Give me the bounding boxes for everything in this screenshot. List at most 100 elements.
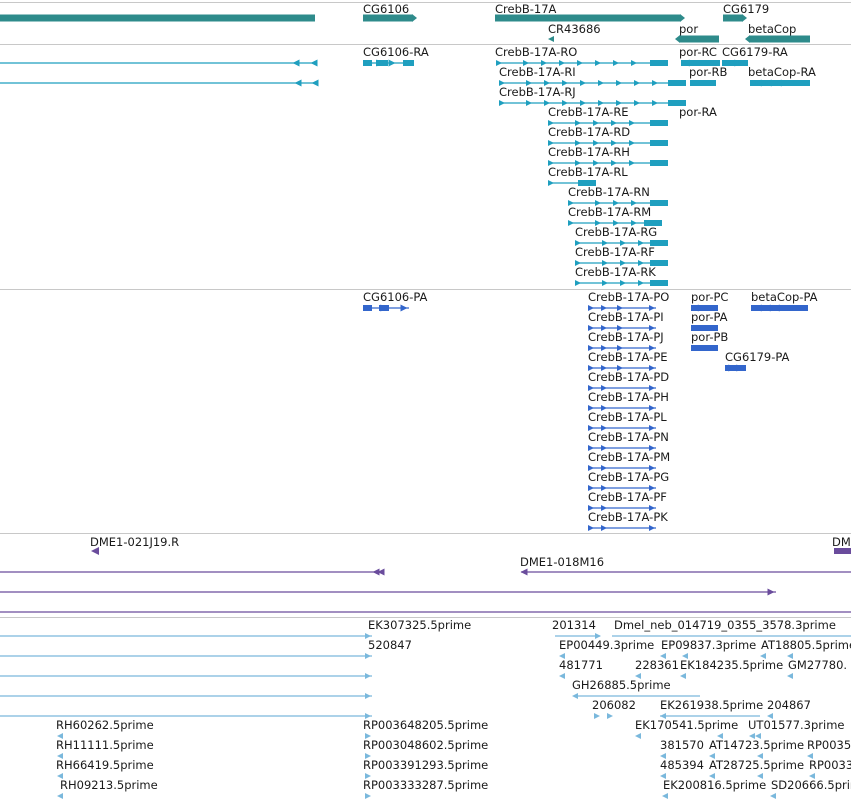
clone-label-dm[interactable]: DM	[832, 536, 851, 549]
arrow-left-icon[interactable]	[310, 59, 318, 67]
est-label-gm27780[interactable]: GM27780.	[788, 659, 847, 672]
protein-label-crebb-pg[interactable]: CrebB-17A-PG	[588, 471, 669, 484]
arrow-left-icon[interactable]	[635, 733, 641, 739]
arrow-left-icon[interactable]	[662, 793, 668, 799]
arrow-right-icon[interactable]	[634, 80, 640, 86]
transcript-label-crebb-rh[interactable]: CrebB-17A-RH	[548, 146, 630, 159]
protein-label-betacop-pa[interactable]: betaCop-PA	[751, 291, 818, 304]
transcript-block[interactable]	[668, 80, 686, 86]
protein-label-por-pb[interactable]: por-PB	[691, 331, 728, 344]
arrow-right-icon[interactable]	[613, 60, 619, 66]
arrow-left-icon[interactable]	[675, 35, 680, 43]
arrow-right-icon[interactable]	[595, 60, 601, 66]
gene-label-betacop[interactable]: betaCop	[748, 23, 796, 36]
gene-label-cg6106[interactable]: CG6106	[363, 3, 409, 16]
protein-label-por-pc[interactable]: por-PC	[691, 291, 728, 304]
est-label-rp003648205[interactable]: RP003648205.5prime	[363, 719, 488, 732]
protein-label-crebb-pi[interactable]: CrebB-17A-PI	[588, 311, 664, 324]
est-label-ek184235[interactable]: EK184235.5prime	[680, 659, 783, 672]
protein-label-crebb-pk[interactable]: CrebB-17A-PK	[588, 511, 668, 524]
transcript-label-por-rb[interactable]: por-RB	[689, 66, 727, 79]
arrow-right-icon[interactable]	[598, 80, 604, 86]
arrow-right-icon[interactable]	[412, 14, 417, 22]
est-label-228361[interactable]: 228361	[635, 659, 679, 672]
arrow-left-icon[interactable]	[294, 79, 302, 87]
gene-block[interactable]	[750, 35, 810, 43]
transcript-label-crebb-rk[interactable]: CrebB-17A-RK	[575, 266, 656, 279]
est-label-ep00449[interactable]: EP00449.3prime	[559, 639, 654, 652]
protein-label-cg6106-pa[interactable]: CG6106-PA	[363, 291, 427, 304]
arrow-right-icon[interactable]	[649, 525, 655, 531]
arrow-left-icon[interactable]	[520, 568, 528, 576]
clone-label-dme1-021j19[interactable]: DME1-021J19.R	[90, 536, 179, 549]
protein-label-crebb-pl[interactable]: CrebB-17A-PL	[588, 411, 667, 424]
arrow-left-icon[interactable]	[57, 793, 63, 799]
arrow-right-icon[interactable]	[638, 280, 644, 286]
transcript-label-betacop-ra[interactable]: betaCop-RA	[748, 66, 816, 79]
arrow-left-icon[interactable]	[787, 673, 793, 679]
transcript-label-crebb-rl[interactable]: CrebB-17A-RL	[548, 166, 628, 179]
arrow-right-icon[interactable]	[680, 14, 685, 22]
est-label-dmel-neb[interactable]: Dmel_neb_014719_0355_3578.3prime	[614, 619, 836, 632]
arrow-right-icon[interactable]	[499, 100, 505, 106]
transcript-label-crebb-ri[interactable]: CrebB-17A-RI	[499, 66, 576, 79]
feature-block[interactable]	[690, 80, 716, 86]
arrow-right-icon[interactable]	[634, 100, 640, 106]
clone-label-dme1-018m16[interactable]: DME1-018M16	[520, 556, 604, 569]
transcript-label-crebb-rd[interactable]: CrebB-17A-RD	[548, 126, 630, 139]
est-label-at18805[interactable]: AT18805.5prime	[761, 639, 851, 652]
est-label-rh11111[interactable]: RH11111.5prime	[56, 739, 154, 752]
arrow-right-icon[interactable]	[652, 100, 658, 106]
protein-label-crebb-pj[interactable]: CrebB-17A-PJ	[588, 331, 664, 344]
protein-label-crebb-ph[interactable]: CrebB-17A-PH	[588, 391, 669, 404]
arrow-right-icon[interactable]	[616, 80, 622, 86]
transcript-block[interactable]	[650, 200, 668, 206]
est-label-sd20666[interactable]: SD20666.5prime	[771, 779, 851, 792]
protein-label-crebb-pm[interactable]: CrebB-17A-PM	[588, 451, 670, 464]
protein-label-crebb-pn[interactable]: CrebB-17A-PN	[588, 431, 669, 444]
protein-label-por-pa[interactable]: por-PA	[691, 311, 728, 324]
protein-label-crebb-pd[interactable]: CrebB-17A-PD	[588, 371, 669, 384]
arrow-right-icon[interactable]	[365, 673, 371, 679]
gene-block[interactable]	[680, 35, 719, 43]
arrow-left-icon[interactable]	[680, 673, 686, 679]
est-label-204867[interactable]: 204867	[767, 699, 811, 712]
arrow-right-icon[interactable]	[388, 59, 396, 67]
feature-block[interactable]	[363, 305, 372, 311]
arrow-right-icon[interactable]	[652, 80, 658, 86]
transcript-block[interactable]	[650, 280, 668, 286]
est-label-rh66419[interactable]: RH66419.5prime	[56, 759, 154, 772]
arrow-right-icon[interactable]	[365, 653, 371, 659]
transcript-label-crebb-re[interactable]: CrebB-17A-RE	[548, 106, 629, 119]
gene-block[interactable]	[0, 14, 315, 22]
arrow-left-icon[interactable]	[559, 673, 565, 679]
protein-label-crebb-pf[interactable]: CrebB-17A-PF	[588, 491, 667, 504]
feature-block[interactable]	[691, 345, 718, 351]
arrow-left-icon[interactable]	[311, 79, 319, 87]
arrow-right-icon[interactable]	[568, 220, 574, 226]
est-label-rp0033[interactable]: RP0033	[809, 759, 851, 772]
arrow-right-icon[interactable]	[607, 713, 613, 719]
est-label-ek261938[interactable]: EK261938.5prime	[660, 699, 763, 712]
est-label-ut01577[interactable]: UT01577.3prime	[748, 719, 845, 732]
est-label-gh26885[interactable]: GH26885.5prime	[572, 679, 671, 692]
est-label-rp003391293[interactable]: RP003391293.5prime	[363, 759, 488, 772]
protein-label-cg6179-pa[interactable]: CG6179-PA	[725, 351, 789, 364]
est-label-at28725[interactable]: AT28725.5prime	[709, 759, 804, 772]
arrow-right-icon[interactable]	[602, 280, 608, 286]
protein-label-crebb-po[interactable]: CrebB-17A-PO	[588, 291, 669, 304]
est-label-ek307325[interactable]: EK307325.5prime	[368, 619, 471, 632]
est-label-481771[interactable]: 481771	[559, 659, 603, 672]
est-label-rp0035[interactable]: RP0035	[807, 739, 851, 752]
est-label-rp003333287[interactable]: RP003333287.5prime	[363, 779, 488, 792]
est-label-rp003048602[interactable]: RP003048602.5prime	[363, 739, 488, 752]
est-label-ep09837[interactable]: EP09837.3prime	[661, 639, 756, 652]
arrow-right-icon[interactable]	[580, 80, 586, 86]
est-label-ek200816[interactable]: EK200816.5prime	[663, 779, 766, 792]
arrow-left-icon[interactable]	[745, 35, 750, 43]
transcript-block[interactable]	[650, 160, 668, 166]
est-label-485394[interactable]: 485394	[660, 759, 704, 772]
gene-label-cg6179[interactable]: CG6179	[723, 3, 769, 16]
transcript-label-crebb-rg[interactable]: CrebB-17A-RG	[575, 226, 657, 239]
arrow-right-icon[interactable]	[588, 525, 594, 531]
